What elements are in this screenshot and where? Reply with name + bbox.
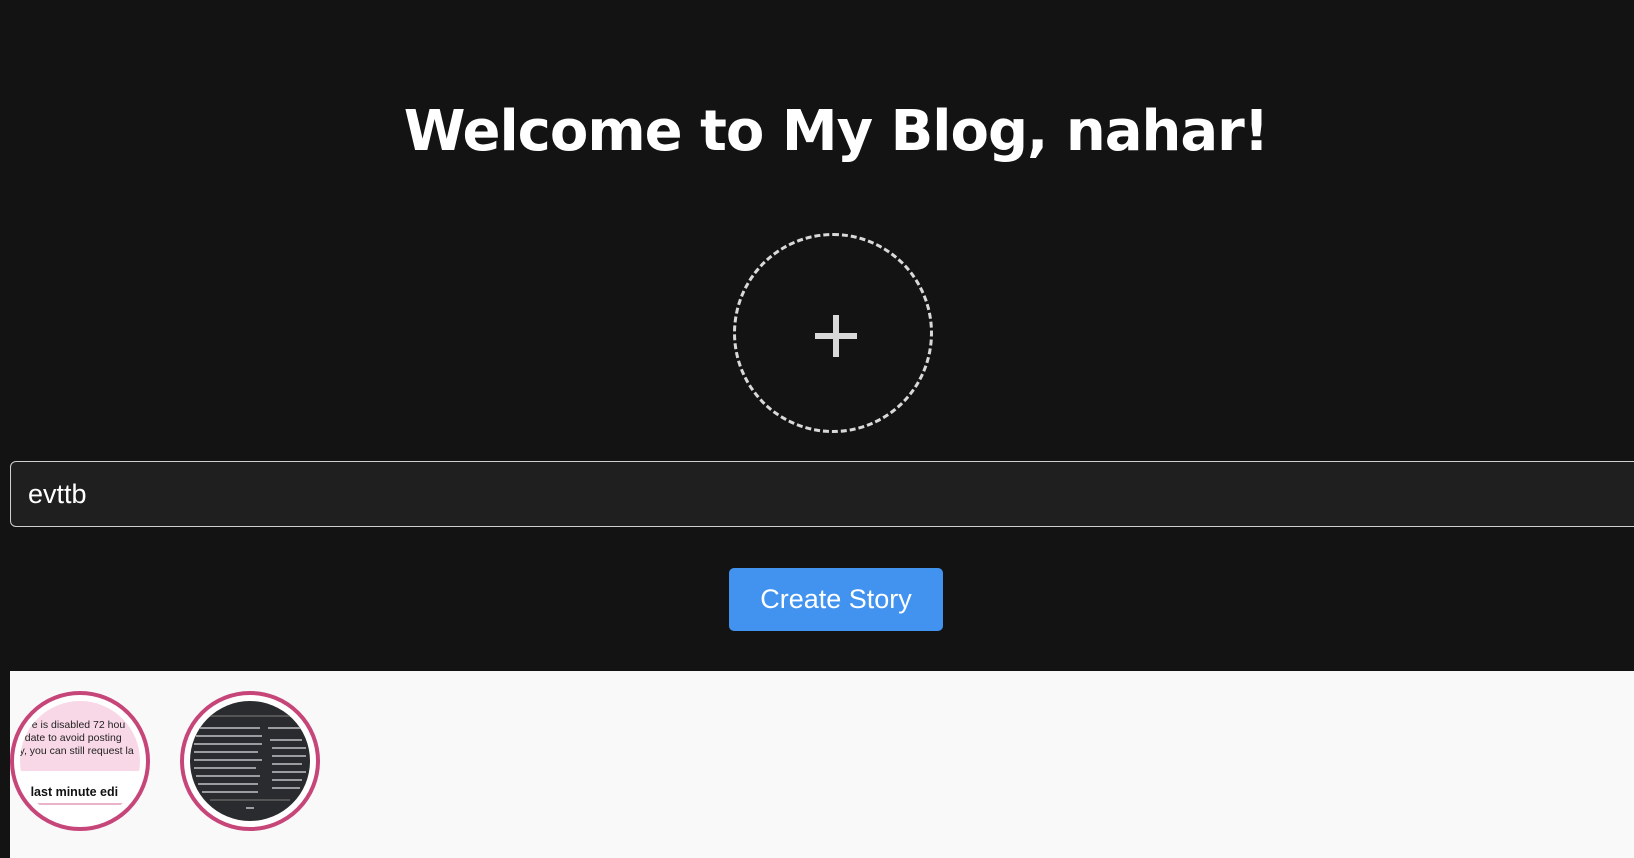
story-preview-text: g date to avoid posting [20, 732, 122, 744]
story-preview-headline: st last minute edi [20, 785, 119, 799]
create-story-button[interactable]: Create Story [729, 568, 943, 631]
story-preview-image: alive is disabled 72 hou g date to avoid… [20, 701, 140, 821]
plus-icon [815, 315, 857, 357]
story-text-input[interactable] [10, 461, 1634, 527]
story-thumbnail[interactable]: alive is disabled 72 hou g date to avoid… [10, 691, 150, 831]
page-title: Welcome to My Blog, nahar! [403, 99, 1270, 164]
story-preview-image [190, 701, 310, 821]
add-story-image-button[interactable] [733, 233, 933, 433]
story-thumbnail[interactable] [180, 691, 320, 831]
story-preview-text: ry, you can still request la [20, 745, 134, 757]
stories-panel: alive is disabled 72 hou g date to avoid… [10, 671, 1634, 858]
blog-page: Welcome to My Blog, nahar! Create Story … [0, 0, 1634, 858]
story-preview-text: alive is disabled 72 hou [20, 719, 126, 731]
